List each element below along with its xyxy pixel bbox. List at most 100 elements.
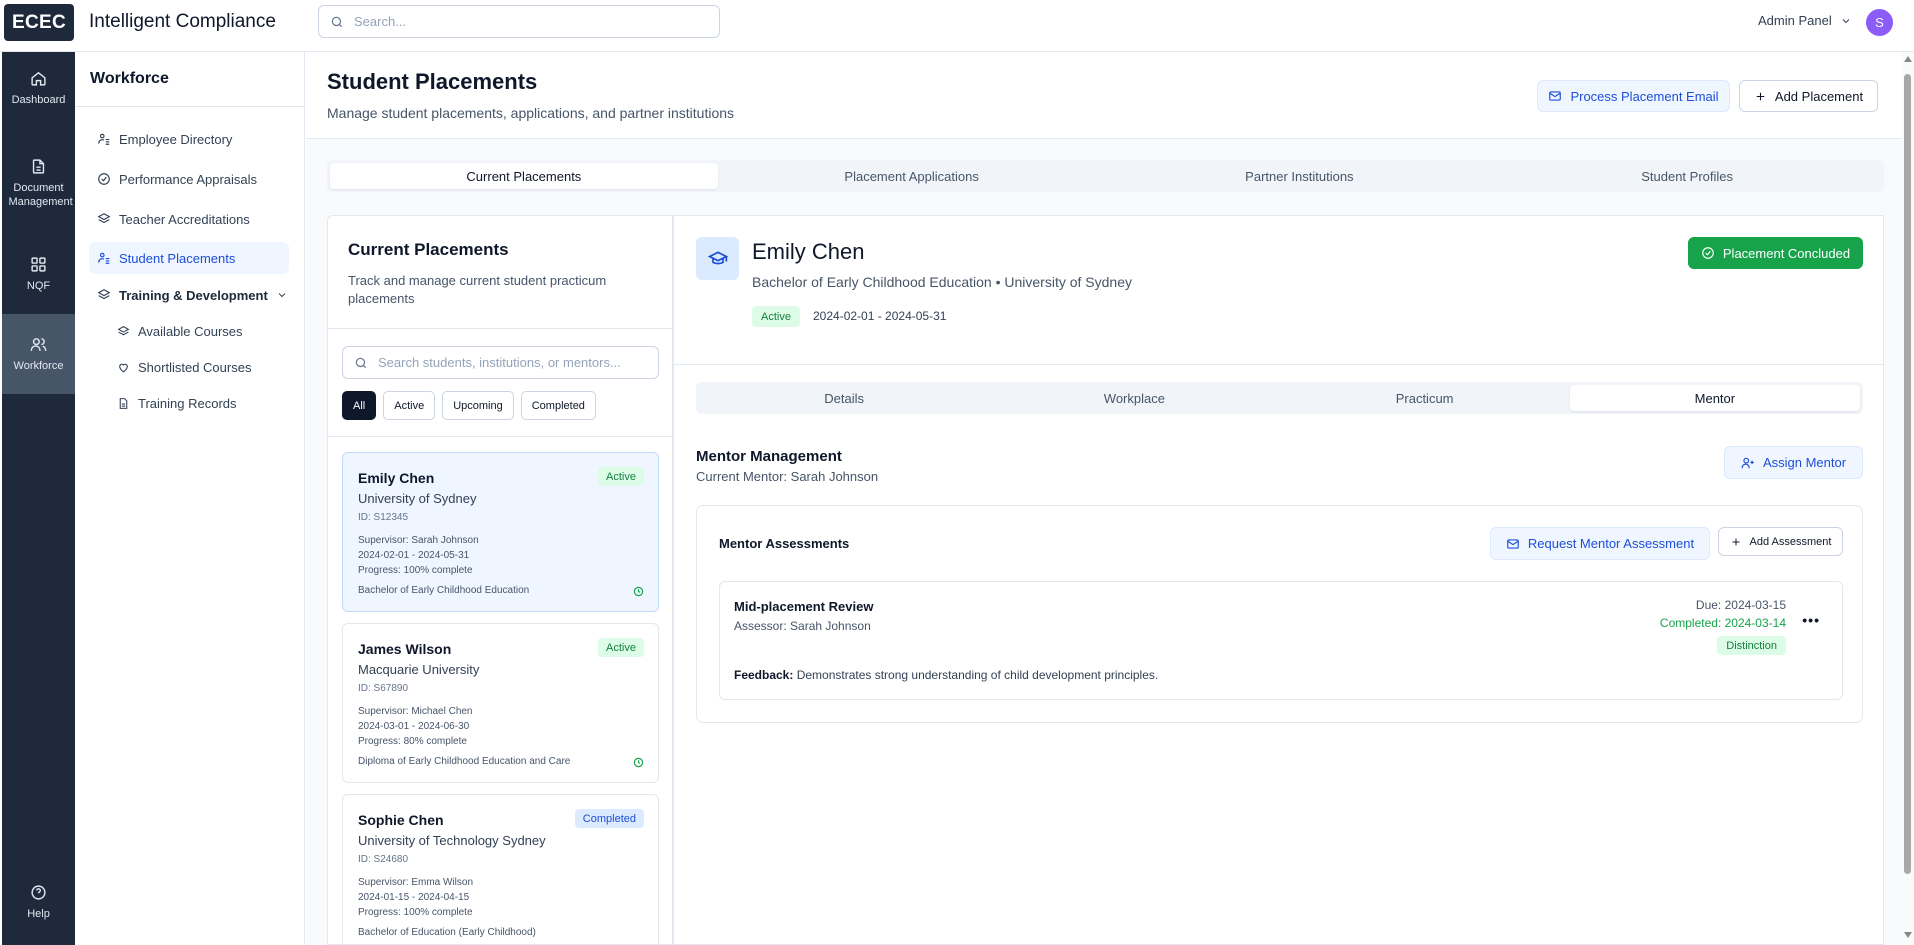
assign-mentor-button[interactable]: Assign Mentor (1724, 446, 1863, 479)
search-input[interactable] (354, 14, 694, 29)
main-tabs: Current Placements Placement Application… (327, 160, 1884, 192)
sidebar-item-student-placements[interactable]: Student Placements (89, 242, 289, 274)
top-bar: ECEC Intelligent Compliance Admin Panel … (0, 0, 1914, 52)
user-avatar[interactable]: S (1866, 9, 1893, 36)
sidebar-item-available-courses[interactable]: Available Courses (109, 315, 279, 347)
placement-dates: 2024-03-01 - 2024-06-30 (358, 721, 470, 732)
more-options-icon[interactable]: ••• (1802, 612, 1820, 628)
tab-practicum[interactable]: Practicum (1280, 385, 1570, 411)
user-list-icon (97, 251, 111, 265)
app-logo[interactable]: ECEC (4, 4, 74, 41)
chevron-down-icon (1840, 15, 1852, 27)
placement-meta: Supervisor: Sarah Johnson 2024-02-01 - 2… (358, 533, 479, 578)
institution: University of Technology Sydney (358, 833, 546, 848)
sidebar-item-performance-appraisals[interactable]: Performance Appraisals (89, 163, 289, 195)
scroll-down-arrow-icon[interactable] (1904, 932, 1912, 938)
tab-mentor[interactable]: Mentor (1569, 385, 1860, 411)
student-id: ID: S24680 (358, 854, 409, 865)
placement-concluded-button[interactable]: Placement Concluded (1688, 237, 1863, 269)
process-placement-email-label: Process Placement Email (1570, 88, 1719, 104)
sidebar-item-employee-directory[interactable]: Employee Directory (89, 123, 289, 155)
add-assessment-label: Add Assessment (1749, 535, 1832, 548)
add-placement-button[interactable]: Add Placement (1739, 80, 1878, 112)
detail-dates: 2024-02-01 - 2024-05-31 (813, 309, 947, 323)
placement-card[interactable]: Emily Chen University of Sydney ID: S123… (342, 452, 659, 612)
user-list-icon (97, 132, 111, 146)
student-name: Sophie Chen (358, 812, 444, 828)
rail-nqf-label: NQF (26, 280, 51, 292)
rail-help[interactable]: Help (2, 884, 75, 934)
sidebar-item-training-records[interactable]: Training Records (109, 387, 279, 419)
rail-document-management[interactable]: Document Management (2, 150, 75, 220)
list-divider (328, 328, 672, 329)
file-icon (117, 397, 130, 410)
sidebar-item-label: Available Courses (138, 323, 243, 339)
scroll-thumb[interactable] (1904, 74, 1911, 874)
admin-panel-label: Admin Panel (1758, 13, 1832, 28)
detail-divider (674, 364, 1883, 365)
list-title: Current Placements (348, 240, 509, 259)
student-name: Emily Chen (358, 470, 435, 486)
placement-card[interactable]: James Wilson Macquarie University ID: S6… (342, 623, 659, 783)
sidebar: Workforce Employee Directory Performance… (75, 52, 305, 945)
mentor-management-title: Mentor Management (696, 448, 842, 465)
rail-dashboard[interactable]: Dashboard (2, 62, 75, 118)
chevron-down-icon (276, 289, 288, 301)
left-rail: Dashboard Document Management NQF Workfo… (2, 52, 75, 945)
page-scrollbar[interactable] (1902, 52, 1914, 945)
status-badge: Completed (574, 809, 644, 828)
rail-workforce[interactable]: Workforce (2, 314, 75, 394)
status-badge: Active (598, 467, 644, 486)
list-subtitle: Track and manage current student practic… (348, 273, 607, 306)
global-search[interactable] (318, 5, 720, 38)
layers-icon (117, 325, 130, 338)
sidebar-item-teacher-accreditations[interactable]: Teacher Accreditations (89, 203, 289, 235)
add-placement-label: Add Placement (1774, 88, 1864, 104)
check-circle-icon (97, 172, 111, 186)
filter-all[interactable]: All (342, 391, 377, 420)
tab-details[interactable]: Details (699, 385, 989, 411)
document-icon (30, 158, 47, 175)
plus-icon (1754, 90, 1767, 103)
student-name: James Wilson (358, 641, 452, 657)
assessor: Assessor: Sarah Johnson (734, 619, 871, 633)
sidebar-divider (75, 106, 304, 107)
request-mentor-assessment-button[interactable]: Request Mentor Assessment (1490, 527, 1710, 560)
tab-workplace[interactable]: Workplace (989, 385, 1279, 411)
sidebar-item-label: Training Records (138, 395, 237, 411)
sidebar-item-label: Student Placements (119, 250, 236, 266)
search-icon (354, 356, 368, 370)
tab-current-placements[interactable]: Current Placements (330, 163, 718, 189)
assessment-title: Mid-placement Review (734, 599, 874, 614)
assessment-feedback: Feedback: Demonstrates strong understand… (734, 668, 1158, 682)
admin-panel-menu[interactable]: Admin Panel (1758, 13, 1852, 28)
clock-icon (633, 757, 644, 768)
placement-card[interactable]: Sophie Chen University of Technology Syd… (342, 794, 659, 944)
list-divider (328, 436, 672, 437)
status-filters: All Active Upcoming Completed (342, 391, 596, 420)
sidebar-item-shortlisted-courses[interactable]: Shortlisted Courses (109, 351, 279, 383)
help-icon (30, 884, 47, 901)
heart-icon (117, 361, 130, 374)
sidebar-item-training-development[interactable]: Training & Development (89, 279, 289, 311)
detail-tabs: Details Workplace Practicum Mentor (696, 382, 1863, 414)
list-search-input[interactable] (378, 355, 648, 370)
process-placement-email-button[interactable]: Process Placement Email (1537, 80, 1730, 112)
student-id: ID: S67890 (358, 683, 409, 694)
assign-mentor-label: Assign Mentor (1762, 455, 1847, 470)
tab-partner-institutions[interactable]: Partner Institutions (1106, 163, 1494, 189)
scroll-up-arrow-icon[interactable] (1904, 56, 1912, 62)
placement-concluded-label: Placement Concluded (1722, 245, 1851, 261)
current-mentor: Current Mentor: Sarah Johnson (696, 469, 879, 484)
add-assessment-button[interactable]: Add Assessment (1718, 527, 1843, 556)
course: Bachelor of Early Childhood Education (358, 585, 530, 596)
list-search[interactable] (342, 346, 659, 379)
rail-nqf[interactable]: NQF (2, 248, 75, 304)
grid-icon (30, 256, 47, 273)
filter-completed[interactable]: Completed (520, 391, 596, 420)
progress: Progress: 100% complete (358, 565, 473, 576)
tab-placement-applications[interactable]: Placement Applications (718, 163, 1106, 189)
tab-student-profiles[interactable]: Student Profiles (1493, 163, 1881, 189)
filter-active[interactable]: Active (383, 391, 436, 420)
filter-upcoming[interactable]: Upcoming (442, 391, 514, 420)
